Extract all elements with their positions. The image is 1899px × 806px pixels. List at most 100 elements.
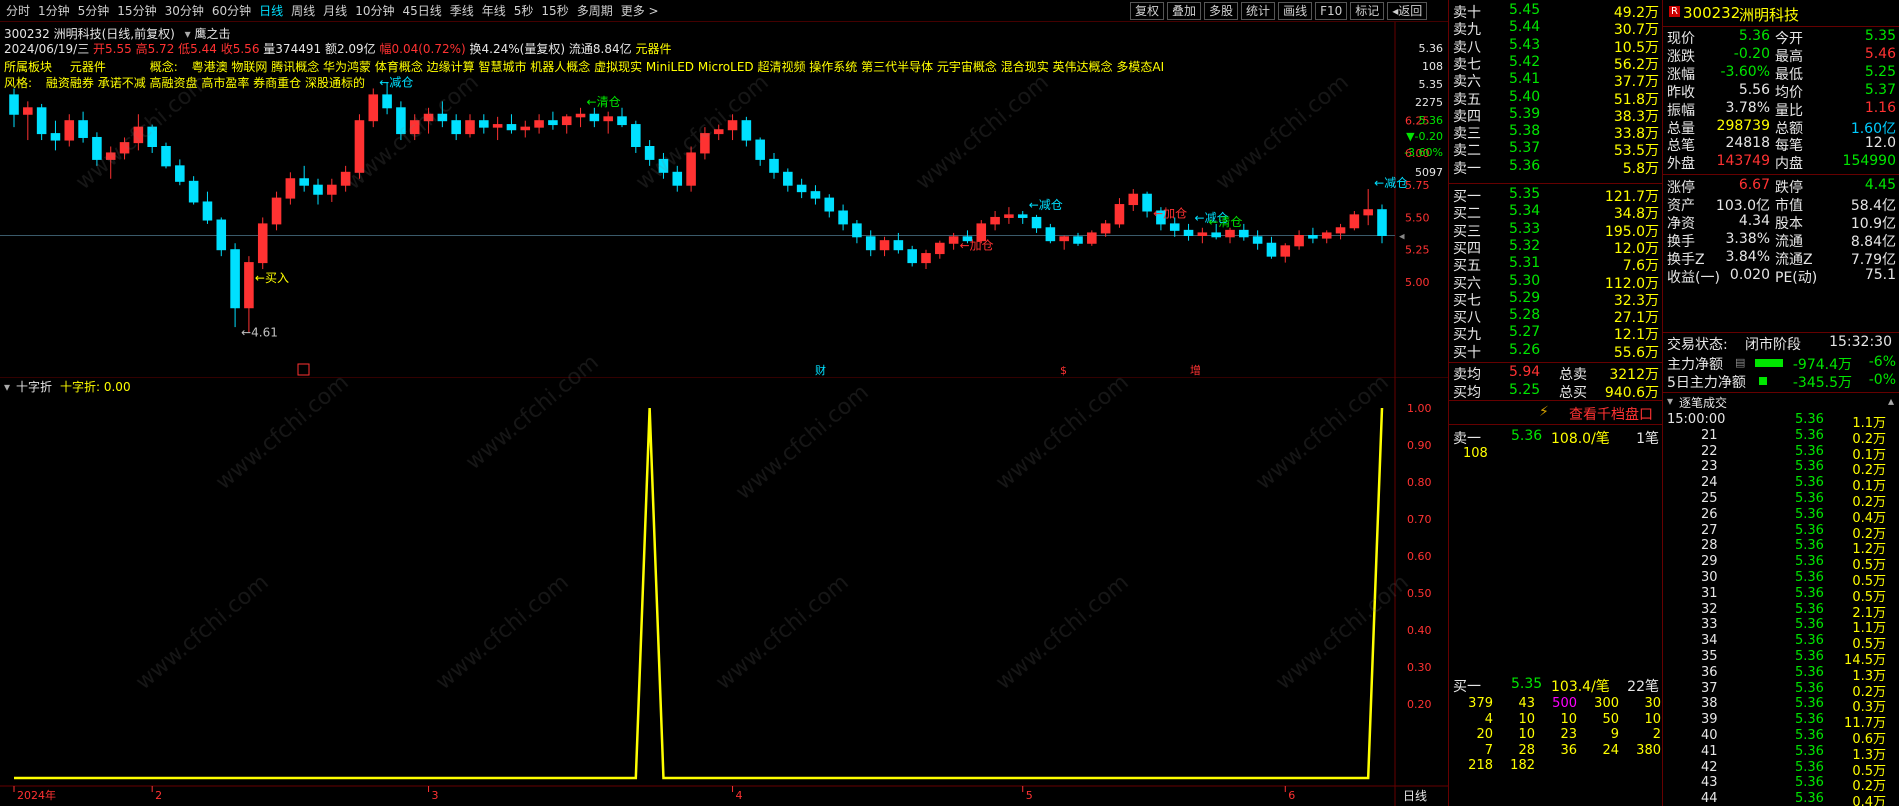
- candle[interactable]: [1073, 232, 1083, 246]
- candle[interactable]: [36, 103, 47, 141]
- candle[interactable]: [631, 120, 641, 153]
- timeframe-tab[interactable]: 更多 >: [617, 2, 663, 19]
- candle[interactable]: [1349, 211, 1360, 231]
- order-book-row[interactable]: 卖五 5.40 51.8万: [1449, 89, 1663, 108]
- order-book-row[interactable]: 卖一 5.36 5.8万: [1449, 158, 1663, 177]
- candle[interactable]: [188, 176, 199, 205]
- timeframe-tab[interactable]: 月线: [319, 2, 351, 19]
- candle[interactable]: [465, 114, 475, 138]
- timeframe-tab[interactable]: 45日线: [398, 2, 445, 19]
- candle[interactable]: [133, 114, 144, 151]
- candle[interactable]: [313, 178, 323, 205]
- candle[interactable]: [1377, 204, 1387, 244]
- order-book-row[interactable]: 买五 5.31 7.6万: [1449, 255, 1663, 274]
- order-book-row[interactable]: 买六 5.30 112.0万: [1449, 273, 1663, 292]
- candle[interactable]: [451, 114, 461, 141]
- expand-icon[interactable]: ▴: [1888, 394, 1894, 408]
- order-book-row[interactable]: 卖二 5.37 53.5万: [1449, 140, 1663, 159]
- candle[interactable]: [548, 111, 558, 130]
- info-icon[interactable]: ▤: [1735, 356, 1745, 369]
- timeframe-tab[interactable]: 周线: [287, 2, 319, 19]
- candle[interactable]: [78, 111, 88, 143]
- candle[interactable]: [1225, 227, 1235, 244]
- candle[interactable]: [1266, 236, 1277, 259]
- candle[interactable]: [1087, 230, 1097, 246]
- candle[interactable]: [727, 114, 738, 141]
- chevron-down-icon[interactable]: ▾: [1667, 394, 1673, 408]
- timeframe-tab[interactable]: 10分钟: [351, 2, 398, 19]
- candle[interactable]: [658, 152, 669, 179]
- candle[interactable]: [907, 245, 917, 267]
- candle[interactable]: [561, 114, 572, 134]
- candle[interactable]: [1335, 223, 1346, 240]
- candle[interactable]: [700, 127, 710, 160]
- candle[interactable]: [23, 101, 33, 141]
- candle[interactable]: [1183, 223, 1194, 241]
- indicator-chart[interactable]: ▾ 十字折 十字折: 0.00 1.00 0.90 0.80 0.70 0.60 0.50 0.4…: [0, 378, 1448, 806]
- candle[interactable]: [409, 114, 420, 141]
- timeframe-tab[interactable]: 60分钟: [208, 2, 255, 19]
- candle[interactable]: [271, 191, 282, 231]
- order-book-row[interactable]: 卖十 5.45 49.2万: [1449, 2, 1663, 21]
- candle[interactable]: [368, 88, 379, 128]
- event-marker[interactable]: 财: [815, 363, 826, 377]
- kline-chart[interactable]: ←减仓←清仓←买入←4.61←加仓←减仓←减仓←清仓←加仓←减仓财 $ 增6.256…: [0, 22, 1448, 378]
- timeframe-tab[interactable]: 多周期: [573, 2, 617, 19]
- candle[interactable]: [492, 116, 503, 141]
- order-book-row[interactable]: 买四 5.32 12.0万: [1449, 238, 1663, 257]
- candle[interactable]: [1059, 235, 1069, 250]
- event-marker[interactable]: 增: [1190, 363, 1201, 377]
- timeframe-tab[interactable]: 年线: [478, 2, 510, 19]
- candle[interactable]: [506, 114, 517, 134]
- candle[interactable]: [1363, 189, 1373, 226]
- candle[interactable]: [354, 114, 365, 179]
- timeframe-tab[interactable]: 分时: [2, 2, 34, 19]
- candle[interactable]: [1128, 189, 1139, 211]
- candle[interactable]: [1321, 230, 1332, 244]
- candle[interactable]: [893, 232, 904, 254]
- timeframe-tab[interactable]: 日线: [255, 2, 287, 19]
- timeframe-tab[interactable]: 5秒: [510, 2, 538, 19]
- candle[interactable]: [299, 165, 309, 192]
- timeframe-tab[interactable]: 30分钟: [161, 2, 208, 19]
- candle[interactable]: [990, 211, 1000, 231]
- candle[interactable]: [1280, 243, 1291, 263]
- candle[interactable]: [589, 107, 600, 128]
- candle[interactable]: [9, 88, 19, 128]
- candle[interactable]: [105, 146, 116, 179]
- order-book-row[interactable]: 买九 5.27 12.1万: [1449, 324, 1663, 343]
- indicator-title[interactable]: 十字折: [16, 379, 52, 394]
- candle[interactable]: [796, 178, 807, 199]
- candle[interactable]: [534, 114, 544, 134]
- candle[interactable]: [1308, 227, 1318, 244]
- candle[interactable]: [50, 120, 61, 151]
- order-book-row[interactable]: 买八 5.28 27.1万: [1449, 307, 1663, 326]
- candle[interactable]: [1294, 230, 1304, 250]
- timeframe-tab[interactable]: 15分钟: [113, 2, 160, 19]
- candle[interactable]: [852, 220, 862, 244]
- chevron-down-icon[interactable]: ▾: [4, 380, 10, 394]
- order-book-row[interactable]: 买二 5.34 34.8万: [1449, 203, 1663, 222]
- order-book-row[interactable]: 买十 5.26 55.6万: [1449, 342, 1663, 361]
- candle[interactable]: [575, 107, 586, 128]
- candle[interactable]: [175, 159, 185, 186]
- candle[interactable]: [1004, 207, 1014, 224]
- candle[interactable]: [244, 256, 254, 333]
- candle[interactable]: [879, 236, 890, 257]
- candle[interactable]: [202, 191, 213, 224]
- event-marker-box[interactable]: [297, 363, 310, 376]
- order-book-row[interactable]: 卖九 5.44 30.7万: [1449, 19, 1663, 38]
- order-book-row[interactable]: 卖三 5.38 33.8万: [1449, 123, 1663, 142]
- candle[interactable]: [644, 140, 655, 166]
- candle[interactable]: [119, 137, 130, 160]
- candle[interactable]: [921, 249, 931, 270]
- ticks-header[interactable]: ▾ 逐笔成交 ▴: [1663, 394, 1899, 410]
- candle[interactable]: [713, 124, 724, 141]
- toolbar-button[interactable]: 标记: [1350, 2, 1385, 20]
- toolbar-button[interactable]: 叠加: [1167, 2, 1202, 20]
- timeframe-tab[interactable]: 5分钟: [74, 2, 114, 19]
- order-book-row[interactable]: 卖四 5.39 38.3万: [1449, 106, 1663, 125]
- order-book-row[interactable]: 买三 5.33 195.0万: [1449, 221, 1663, 240]
- timeframe-tab[interactable]: 1分钟: [34, 2, 74, 19]
- candle[interactable]: [838, 204, 848, 231]
